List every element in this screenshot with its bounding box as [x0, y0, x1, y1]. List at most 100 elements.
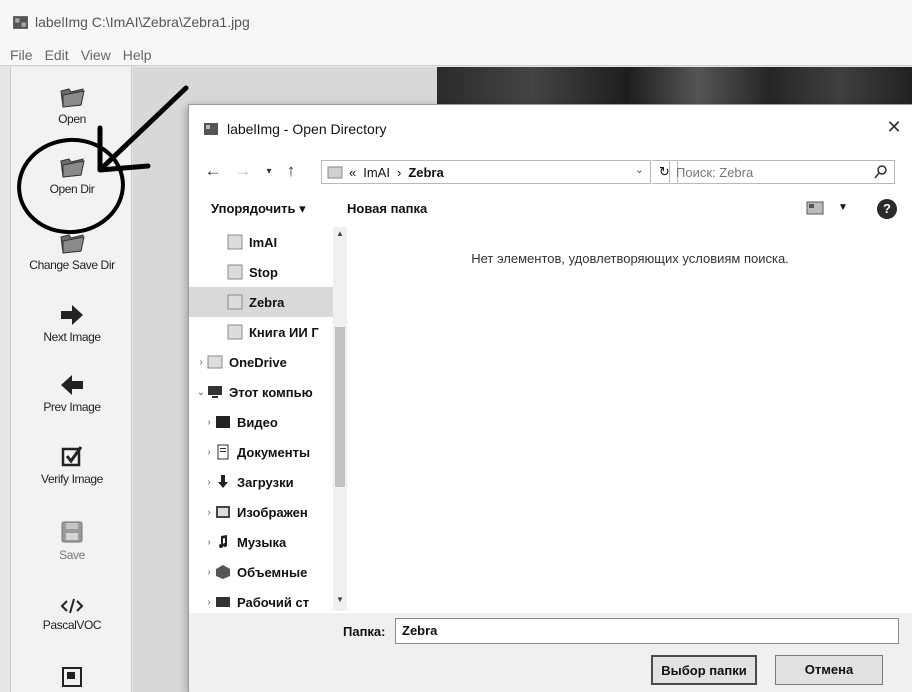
next-tool-button[interactable]: [11, 665, 133, 692]
menu-help[interactable]: Help: [123, 47, 152, 63]
tree-item-label: Документы: [237, 444, 311, 460]
tree-item[interactable]: › Видео: [189, 407, 333, 437]
tree-item[interactable]: Книга ИИ Г: [189, 317, 333, 347]
folder-icon: [327, 166, 343, 179]
save-label: Save: [59, 548, 85, 562]
folder-icon: [227, 294, 243, 310]
organize-menu[interactable]: Упорядочить ▾: [211, 201, 306, 217]
up-arrow-icon[interactable]: ↑: [281, 161, 301, 181]
tree-item-label: Объемные: [237, 564, 308, 580]
folder-icon: [227, 234, 243, 250]
folder-label: Папка:: [343, 624, 386, 639]
select-folder-button[interactable]: Выбор папки: [651, 655, 757, 685]
next-image-label: Next Image: [43, 330, 101, 344]
save-button[interactable]: Save: [11, 519, 133, 562]
tree-item-label: Видео: [237, 414, 278, 430]
tree-item-label: Stop: [249, 264, 278, 280]
close-icon[interactable]: ✕: [882, 117, 906, 138]
scrollbar-thumb[interactable]: [335, 327, 345, 487]
chevron-icon[interactable]: ›: [195, 357, 207, 368]
scroll-down-icon[interactable]: ▼: [333, 595, 347, 609]
menu-file[interactable]: File: [10, 47, 33, 63]
back-arrow-icon[interactable]: ←: [203, 161, 223, 181]
chevron-icon[interactable]: ›: [203, 447, 215, 458]
recent-locations-icon[interactable]: ▾: [259, 166, 279, 177]
tree-item-label: Книга ИИ Г: [249, 324, 319, 340]
tree-item[interactable]: › Музыка: [189, 527, 333, 557]
chevron-icon[interactable]: ›: [203, 597, 215, 608]
code-icon: [60, 598, 84, 614]
menu-edit[interactable]: Edit: [45, 47, 69, 63]
help-icon[interactable]: ?: [877, 199, 897, 219]
video-icon: [216, 416, 230, 428]
search-input[interactable]: Поиск: Zebra: [669, 160, 895, 184]
next-image-button[interactable]: Next Image: [11, 303, 133, 344]
chevron-icon[interactable]: ›: [203, 567, 215, 578]
dialog-title: labelImg - Open Directory: [227, 121, 387, 137]
tree-item-label: Этот компью: [229, 384, 313, 400]
labelimg-app-icon: [204, 123, 218, 135]
tree-item[interactable]: › Изображен: [189, 497, 333, 527]
chevron-icon[interactable]: ⌄: [195, 387, 207, 398]
new-folder-button[interactable]: Новая папка: [347, 201, 427, 216]
image-box-icon: [62, 667, 82, 687]
tree-item[interactable]: › Рабочий ст: [189, 587, 333, 611]
cancel-button[interactable]: Отмена: [775, 655, 883, 685]
desktop-icon: [216, 597, 230, 607]
pascalvoc-button[interactable]: PascalVOC: [11, 597, 133, 632]
address-prefix: «: [349, 164, 357, 180]
forward-arrow-icon[interactable]: →: [233, 161, 253, 181]
tree-item[interactable]: › Объемные: [189, 557, 333, 587]
chevron-icon[interactable]: ›: [203, 507, 215, 518]
tree-item[interactable]: ⌄ Этот компью: [189, 377, 333, 407]
scroll-up-icon[interactable]: ▲: [333, 229, 347, 243]
open-dir-label: Open Dir: [49, 182, 95, 196]
tree-item-label: Музыка: [237, 534, 287, 550]
tree-item[interactable]: Zebra: [189, 287, 333, 317]
prev-image-label: Prev Image: [43, 400, 101, 414]
open-dir-button[interactable]: Open Dir: [11, 153, 133, 196]
open-directory-dialog: labelImg - Open Directory ✕ ← → ▾ ↑ « Im…: [188, 104, 912, 692]
file-list-area[interactable]: Нет элементов, удовлетворяющих условиям …: [347, 227, 912, 611]
folder-name-input[interactable]: Zebra: [395, 618, 899, 644]
chevron-down-icon[interactable]: ▼: [838, 202, 848, 213]
address-bar[interactable]: « ImAI › Zebra ⌄: [321, 160, 651, 184]
open-button[interactable]: Open: [11, 83, 133, 126]
dialog-titlebar[interactable]: labelImg - Open Directory: [189, 105, 912, 153]
tree-item-label: Загрузки: [237, 474, 294, 490]
tree-item[interactable]: › OneDrive: [189, 347, 333, 377]
chevron-icon[interactable]: ›: [203, 417, 215, 428]
search-icon: [874, 165, 887, 179]
chevron-icon[interactable]: ›: [203, 537, 215, 548]
tree-item-label: ImAI: [249, 234, 278, 250]
navigation-row: ← → ▾ ↑ « ImAI › Zebra ⌄ ↻ Поиск: Zebra: [189, 157, 912, 187]
tree-item[interactable]: › Загрузки: [189, 467, 333, 497]
tree-item[interactable]: ImAI: [189, 227, 333, 257]
tree-item-label: Zebra: [249, 294, 285, 310]
change-save-dir-button[interactable]: Change Save Dir: [11, 229, 133, 272]
empty-results-message: Нет элементов, удовлетворяющих условиям …: [471, 251, 789, 266]
crumb-separator: ›: [396, 164, 402, 180]
chevron-icon[interactable]: ›: [203, 477, 215, 488]
verify-image-label: Verify Image: [41, 472, 103, 486]
crumb-zebra[interactable]: Zebra: [408, 165, 443, 180]
arrow-right-icon: [61, 305, 83, 325]
computer-icon: [208, 386, 222, 398]
verify-image-button[interactable]: Verify Image: [11, 443, 133, 486]
menu-view[interactable]: View: [81, 47, 111, 63]
tree-item[interactable]: Stop: [189, 257, 333, 287]
download-icon: [218, 475, 228, 488]
checkbox-icon: [61, 446, 83, 467]
chevron-down-icon[interactable]: ⌄: [635, 163, 644, 176]
app-title: labelImg C:\ImAI\Zebra\Zebra1.jpg: [35, 14, 250, 30]
left-toolbar: Open Open Dir Change Save Dir Next Image…: [10, 67, 132, 692]
prev-image-button[interactable]: Prev Image: [11, 373, 133, 414]
tree-item[interactable]: › Документы: [189, 437, 333, 467]
music-icon: [219, 535, 227, 548]
search-placeholder: Поиск: Zebra: [676, 164, 754, 180]
crumb-imai[interactable]: ImAI: [363, 165, 390, 180]
pascalvoc-label: PascalVOC: [42, 618, 102, 632]
view-options-icon[interactable]: [805, 199, 827, 217]
folder-row: Папка: Zebra: [189, 613, 912, 649]
folder-icon: [227, 264, 243, 280]
